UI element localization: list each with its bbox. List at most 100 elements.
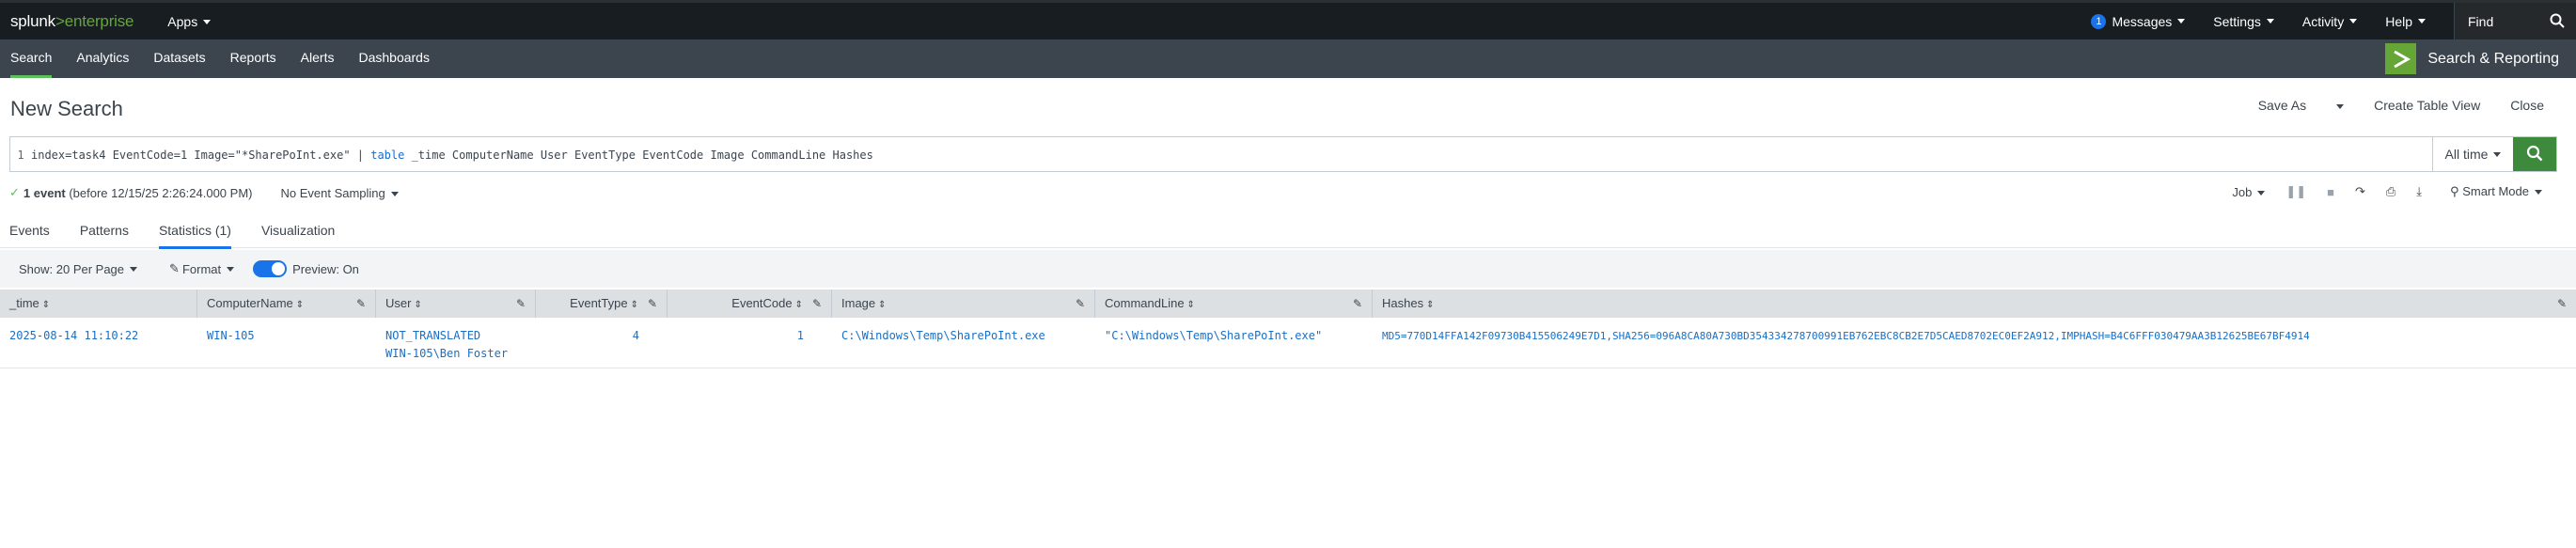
chevron-down-icon	[2493, 151, 2502, 157]
chevron-down-icon	[227, 266, 235, 272]
pencil-icon[interactable]: ✎	[1353, 290, 1362, 318]
tab-visualization[interactable]: Visualization	[261, 214, 335, 248]
nav-tab-analytics[interactable]: Analytics	[76, 39, 129, 78]
topbar-right-menus: 1 Messages Settings Activity Help Find	[2091, 3, 2576, 39]
column-label: User	[385, 296, 412, 310]
logo-separator: >	[55, 11, 65, 30]
per-page-dropdown[interactable]: Show: 20 Per Page	[19, 261, 138, 276]
pencil-icon[interactable]: ✎	[516, 290, 526, 318]
time-range-label: All time	[2444, 147, 2489, 162]
column-header-image[interactable]: Image ⇕ ✎	[832, 290, 1095, 318]
save-as-label: Save As	[2257, 98, 2307, 113]
pencil-icon[interactable]: ✎	[2557, 290, 2567, 318]
job-menu[interactable]: Job	[2232, 184, 2266, 199]
app-title[interactable]: Search & Reporting	[2385, 43, 2559, 74]
close-button[interactable]: Close	[2510, 98, 2544, 113]
column-label: ComputerName	[207, 296, 293, 310]
logo-product: enterprise	[64, 11, 134, 30]
search-icon[interactable]	[2550, 13, 2565, 31]
chevron-down-icon	[2535, 190, 2542, 196]
checkmark-icon: ✓	[9, 185, 20, 199]
messages-menu[interactable]: 1 Messages	[2091, 13, 2186, 29]
chevron-down-icon	[2349, 19, 2358, 23]
settings-menu[interactable]: Settings	[2213, 14, 2274, 29]
create-table-view-button[interactable]: Create Table View	[2374, 98, 2480, 113]
cell-time[interactable]: 2025-08-14 11:10:22	[0, 318, 197, 368]
cell-image[interactable]: C:\Windows\Temp\SharePoInt.exe	[832, 318, 1095, 368]
sort-icon[interactable]: ⇕	[296, 300, 304, 310]
nav-tab-dashboards[interactable]: Dashboards	[358, 39, 430, 78]
pause-icon[interactable]: ❚❚	[2285, 184, 2306, 199]
event-sampling-dropdown[interactable]: No Event Sampling	[280, 186, 399, 200]
chevron-down-icon	[203, 20, 212, 25]
share-icon[interactable]: ↷	[2355, 184, 2365, 199]
cell-hashes[interactable]: MD5=770D14FFA142F09730B415506249E7D1,SHA…	[1373, 318, 2576, 368]
stop-icon[interactable]: ■	[2327, 185, 2334, 199]
chevron-down-icon	[2257, 190, 2266, 196]
search-icon	[2526, 145, 2543, 164]
tab-patterns[interactable]: Patterns	[80, 214, 129, 248]
find-input[interactable]: Find	[2454, 3, 2576, 39]
per-page-label: Show: 20 Per Page	[19, 261, 125, 276]
pencil-icon[interactable]: ✎	[356, 290, 366, 318]
sort-icon[interactable]: ⇕	[1187, 300, 1195, 310]
messages-label: Messages	[2112, 13, 2173, 29]
sort-icon[interactable]: ⇕	[878, 300, 886, 310]
sort-icon[interactable]: ⇕	[1426, 300, 1434, 310]
cell-user-line2[interactable]: WIN-105\Ben Foster	[385, 345, 536, 363]
apps-menu[interactable]: Apps	[167, 14, 212, 29]
splunk-logo[interactable]: splunk>enterprise	[10, 12, 134, 31]
pencil-icon[interactable]: ✎	[1076, 290, 1085, 318]
pencil-icon[interactable]: ✎	[648, 290, 657, 318]
job-label: Job	[2232, 184, 2253, 199]
search-bar: 1 index=task4 EventCode=1 Image="*ShareP…	[9, 136, 2557, 172]
smart-mode-dropdown[interactable]: ⚲ Smart Mode	[2450, 184, 2542, 199]
column-header-commandline[interactable]: CommandLine ⇕ ✎	[1095, 290, 1373, 318]
nav-tab-reports[interactable]: Reports	[230, 39, 276, 78]
print-icon[interactable]: ⎙	[2386, 184, 2395, 199]
cell-eventtype[interactable]: 4	[536, 318, 668, 368]
cell-eventcode[interactable]: 1	[668, 318, 832, 368]
column-header-time[interactable]: _time ⇕	[0, 290, 197, 318]
sort-icon[interactable]: ⇕	[795, 300, 803, 310]
format-dropdown[interactable]: ✎ Format	[169, 261, 235, 276]
cell-computername[interactable]: WIN-105	[197, 318, 376, 368]
column-header-eventtype[interactable]: EventType ⇕ ✎	[536, 290, 668, 318]
nav-tab-datasets[interactable]: Datasets	[153, 39, 205, 78]
activity-menu[interactable]: Activity	[2302, 14, 2358, 29]
app-name-label: Search & Reporting	[2427, 50, 2559, 67]
app-navbar: Search Analytics Datasets Reports Alerts…	[0, 39, 2576, 78]
sort-icon[interactable]: ⇕	[42, 300, 50, 310]
tab-events[interactable]: Events	[9, 214, 50, 248]
sort-icon[interactable]: ⇕	[631, 300, 638, 310]
search-query-input[interactable]: index=task4 EventCode=1 Image="*SharePoI…	[31, 137, 2432, 171]
pencil-icon: ✎	[169, 261, 180, 275]
export-icon[interactable]: ⤓	[2416, 184, 2422, 199]
nav-tab-search[interactable]: Search	[10, 39, 53, 78]
save-as-button[interactable]: Save As	[2228, 98, 2345, 113]
event-count[interactable]: 1 event	[24, 186, 66, 200]
preview-label: Preview: On	[292, 261, 359, 276]
query-text-2: _time ComputerName User EventType EventC…	[404, 149, 873, 162]
column-header-user[interactable]: User ⇕ ✎	[376, 290, 536, 318]
column-header-eventcode[interactable]: EventCode ⇕ ✎	[668, 290, 832, 318]
settings-label: Settings	[2213, 13, 2261, 29]
sort-icon[interactable]: ⇕	[414, 300, 421, 310]
tab-statistics[interactable]: Statistics (1)	[158, 214, 231, 249]
search-submit-button[interactable]	[2513, 137, 2556, 171]
search-status: ✓ 1 event (before 12/15/25 2:26:24.000 P…	[9, 185, 399, 200]
nav-tab-alerts[interactable]: Alerts	[301, 39, 335, 78]
column-label: EventCode	[731, 296, 793, 310]
help-menu[interactable]: Help	[2385, 14, 2426, 29]
cell-user-line1[interactable]: NOT_TRANSLATED	[385, 327, 536, 345]
job-controls: Job ❚❚ ■ ↷ ⎙ ⤓ ⚲ Smart Mode	[2232, 184, 2542, 199]
column-header-computername[interactable]: ComputerName ⇕ ✎	[197, 290, 376, 318]
cell-commandline[interactable]: "C:\Windows\Temp\SharePoInt.exe"	[1095, 318, 1373, 368]
time-range-picker[interactable]: All time	[2432, 137, 2513, 171]
toggle-switch[interactable]	[253, 260, 288, 277]
column-label: CommandLine	[1105, 296, 1185, 310]
query-keyword: table	[370, 149, 405, 162]
preview-toggle[interactable]: Preview: On	[253, 260, 359, 277]
pencil-icon[interactable]: ✎	[812, 290, 822, 318]
column-header-hashes[interactable]: Hashes ⇕ ✎	[1373, 290, 2576, 318]
